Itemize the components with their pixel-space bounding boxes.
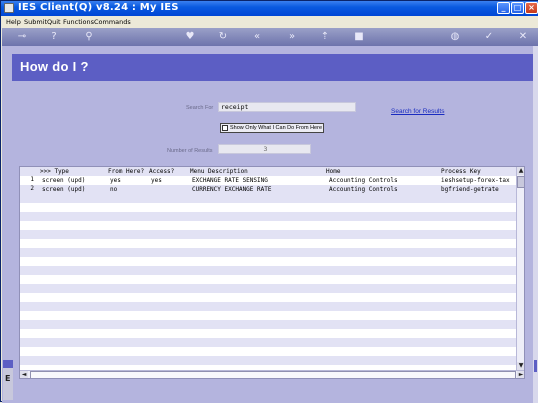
results-count-label: Number of Results (167, 148, 213, 154)
forward-icon[interactable]: » (285, 30, 299, 44)
search-for-results-link[interactable]: Search for Results (391, 108, 444, 115)
menu-help[interactable]: Help (6, 18, 21, 26)
cell-description: EXCHANGE RATE SENSING (192, 177, 268, 184)
check-icon[interactable]: ✓ (482, 30, 496, 44)
cell-description: CURRENCY EXCHANGE RATE (192, 186, 272, 193)
vertical-scrollbar[interactable]: ▲ ▼ (516, 167, 524, 370)
empty-table-row (20, 266, 516, 275)
show-only-checkbox[interactable] (222, 125, 228, 131)
empty-table-row (20, 203, 516, 212)
scroll-up-icon[interactable]: ▲ (517, 167, 524, 175)
scroll-left-icon[interactable]: ◄ (20, 371, 28, 378)
empty-table-row (20, 248, 516, 257)
cell-home: Accounting Controls (329, 186, 398, 193)
col-process-key[interactable]: Process Key (441, 168, 481, 175)
back-icon[interactable]: « (250, 30, 264, 44)
side-panel-tab[interactable] (3, 360, 13, 368)
show-only-label: Show Only What I Can Do From Here (230, 125, 323, 131)
empty-table-row (20, 347, 516, 356)
col-from-here[interactable]: From Here? (108, 168, 144, 175)
main-content: How do I ? Search For receipt Search for… (2, 46, 535, 403)
table-row[interactable]: 1 screen (upd) yes yes EXCHANGE RATE SEN… (20, 176, 516, 185)
results-count-field: 3 (218, 144, 311, 154)
stop-icon[interactable]: ■ (352, 30, 366, 44)
empty-table-row (20, 230, 516, 239)
scroll-down-icon[interactable]: ▼ (517, 362, 524, 370)
empty-table-row (20, 275, 516, 284)
col-access[interactable]: Access? (149, 168, 174, 175)
app-icon (4, 3, 14, 13)
cell-home: Accounting Controls (329, 177, 398, 184)
scroll-right-icon[interactable]: ► (517, 371, 524, 378)
empty-table-row (20, 338, 516, 347)
key-icon[interactable]: ⊸ (12, 30, 32, 44)
app-window: IES Client(Q) v8.24 : My IES _ □ × Help … (0, 0, 538, 403)
search-input[interactable]: receipt (218, 102, 356, 112)
close-button[interactable]: × (525, 2, 538, 14)
right-edge-marker (534, 360, 537, 372)
cell-type: screen (upd) (42, 177, 86, 184)
show-only-toggle[interactable]: Show Only What I Can Do From Here (220, 123, 324, 133)
menu-quit[interactable]: Quit (47, 18, 61, 26)
menu-commands[interactable]: Commands (94, 18, 131, 26)
title-bar[interactable]: IES Client(Q) v8.24 : My IES _ □ × (1, 1, 538, 16)
col-home[interactable]: Home (326, 168, 340, 175)
minimize-button[interactable]: _ (497, 2, 510, 14)
window-title: IES Client(Q) v8.24 : My IES (18, 2, 179, 13)
menu-functions[interactable]: Functions (63, 18, 94, 26)
empty-table-row (20, 320, 516, 329)
save-icon[interactable]: ◍ (448, 30, 462, 44)
empty-table-row (20, 284, 516, 293)
empty-table-row (20, 257, 516, 266)
empty-table-row (20, 293, 516, 302)
side-panel-label: E (5, 374, 11, 383)
page-title: How do I ? (20, 59, 89, 74)
heart-icon[interactable]: ♥ (183, 30, 197, 44)
upload-icon[interactable]: ⇡ (318, 30, 332, 44)
results-table: >>> Type From Here? Access? Menu Descrip… (19, 166, 525, 379)
table-header: >>> Type From Here? Access? Menu Descrip… (20, 167, 516, 176)
cell-from-here: no (110, 186, 118, 193)
maximize-button[interactable]: □ (511, 2, 524, 14)
search-label: Search For (186, 105, 214, 111)
menu-bar: Help Submit Quit Functions Commands (2, 16, 538, 28)
search-icon[interactable]: ⚲ (82, 30, 96, 44)
cell-process-key: bgfriend-getrate (441, 186, 499, 193)
close-icon[interactable]: ✕ (516, 30, 530, 44)
vertical-scroll-thumb[interactable] (517, 176, 524, 188)
right-edge-panel (533, 46, 538, 403)
empty-table-row (20, 329, 516, 338)
empty-table-row (20, 356, 516, 365)
side-panel-peek[interactable]: E (3, 360, 13, 400)
horizontal-scrollbar[interactable]: ◄ ► (20, 370, 524, 378)
empty-table-row (20, 221, 516, 230)
cell-type: screen (upd) (42, 186, 86, 193)
menu-submit[interactable]: Submit (24, 18, 47, 26)
cell-from-here: yes (110, 177, 121, 184)
empty-table-row (20, 212, 516, 221)
table-row[interactable]: 2 screen (upd) no CURRENCY EXCHANGE RATE… (20, 185, 516, 194)
help-icon[interactable]: ? (47, 30, 61, 44)
empty-table-row (20, 194, 516, 203)
empty-table-row (20, 239, 516, 248)
cell-process-key: ieshsetup-forex-tax (441, 177, 510, 184)
empty-table-row (20, 311, 516, 320)
col-menu-description[interactable]: Menu Description (190, 168, 248, 175)
cell-access: yes (151, 177, 162, 184)
row-number: 2 (30, 185, 34, 192)
page-banner: How do I ? (12, 54, 535, 81)
horizontal-scroll-thumb[interactable] (30, 371, 516, 378)
toolbar: ⊸ ? ⚲ ♥ ↻ « » ⇡ ■ ◍ ✓ ✕ (2, 28, 538, 46)
row-number: 1 (30, 176, 34, 183)
refresh-icon[interactable]: ↻ (216, 30, 230, 44)
empty-table-row (20, 302, 516, 311)
col-type[interactable]: >>> Type (40, 168, 69, 175)
